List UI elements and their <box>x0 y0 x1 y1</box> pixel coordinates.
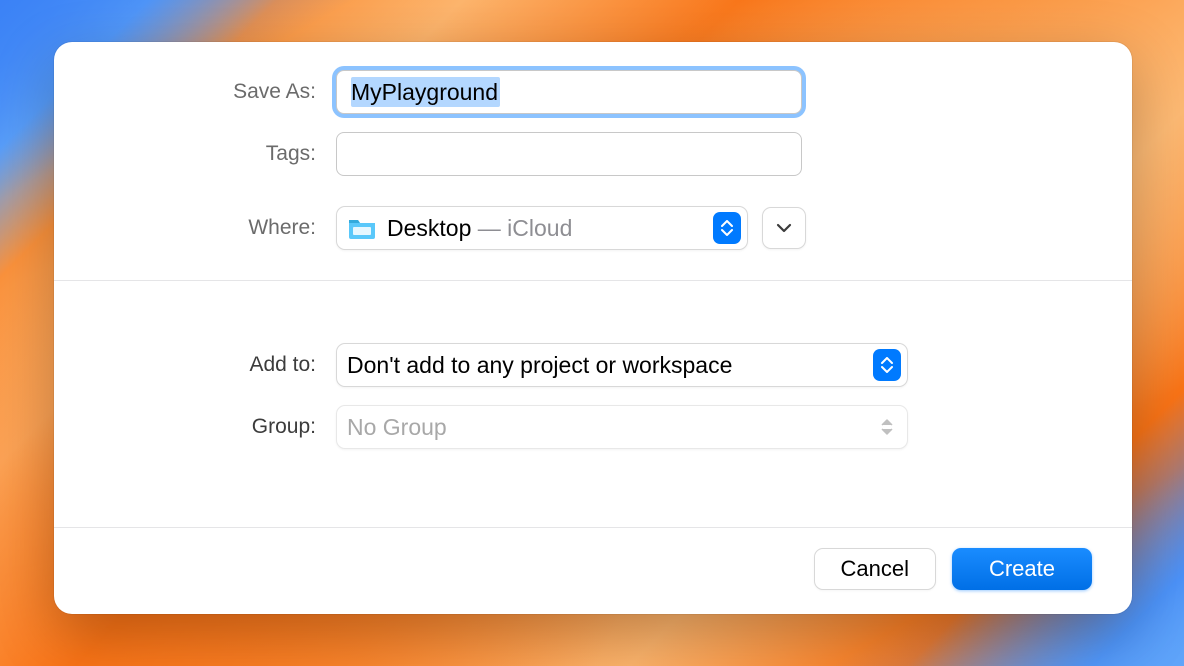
save-dialog: Save As: MyPlayground Tags: Where: <box>54 42 1132 614</box>
create-button[interactable]: Create <box>952 548 1092 590</box>
where-suffix: — iCloud <box>471 215 572 241</box>
group-popup: No Group <box>336 405 908 449</box>
project-section: Add to: Don't add to any project or work… <box>54 281 1132 528</box>
updown-icon <box>713 212 741 244</box>
save-as-row: Save As: MyPlayground <box>106 70 1080 114</box>
where-value: Desktop — iCloud <box>387 215 713 242</box>
tags-row: Tags: <box>106 132 1080 176</box>
updown-icon <box>873 349 901 381</box>
chevron-down-icon <box>776 223 792 233</box>
group-value: No Group <box>347 414 873 441</box>
add-to-row: Add to: Don't add to any project or work… <box>106 343 1080 387</box>
button-bar: Cancel Create <box>54 528 1132 614</box>
cancel-button[interactable]: Cancel <box>814 548 936 590</box>
save-as-input[interactable] <box>336 70 802 114</box>
tags-input[interactable] <box>336 132 802 176</box>
where-row: Where: Desktop — iCloud <box>106 206 1080 250</box>
expand-button[interactable] <box>762 207 806 249</box>
save-as-input-wrapper: MyPlayground <box>336 70 802 114</box>
folder-icon <box>347 216 377 240</box>
updown-icon <box>873 411 901 443</box>
save-section: Save As: MyPlayground Tags: Where: <box>54 42 1132 281</box>
where-popup[interactable]: Desktop — iCloud <box>336 206 748 250</box>
add-to-label: Add to: <box>106 353 336 377</box>
add-to-popup[interactable]: Don't add to any project or workspace <box>336 343 908 387</box>
where-location: Desktop <box>387 215 471 241</box>
tags-label: Tags: <box>106 142 336 166</box>
where-label: Where: <box>106 216 336 240</box>
group-label: Group: <box>106 415 336 439</box>
add-to-value: Don't add to any project or workspace <box>347 352 873 379</box>
group-row: Group: No Group <box>106 405 1080 449</box>
save-as-label: Save As: <box>106 80 336 104</box>
